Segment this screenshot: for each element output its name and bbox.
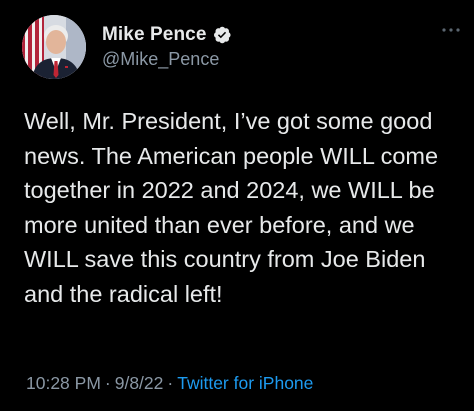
verified-badge-icon	[213, 26, 231, 44]
meta-separator: ·	[167, 373, 174, 393]
avatar[interactable]	[22, 15, 86, 79]
avatar-image	[22, 15, 86, 79]
author-handle[interactable]: @Mike_Pence	[102, 49, 232, 70]
name-row: Mike Pence	[102, 23, 232, 47]
author-identity: Mike Pence @Mike_Pence	[102, 23, 232, 70]
tweet-metadata: 10:28 PM · 9/8/22 · Twitter for iPhone	[26, 373, 313, 394]
tweet-date[interactable]: 9/8/22	[115, 373, 164, 393]
tweet-time[interactable]: 10:28 PM	[26, 373, 101, 393]
tweet-source-link[interactable]: Twitter for iPhone	[177, 373, 313, 393]
display-name[interactable]: Mike Pence	[102, 24, 207, 46]
tweet-header: Mike Pence @Mike_Pence	[22, 15, 462, 81]
more-options-icon[interactable]	[440, 25, 462, 35]
tweet-text: Well, Mr. President, I’ve got some good …	[24, 108, 439, 307]
meta-separator: ·	[104, 373, 111, 393]
tweet-card: Mike Pence @Mike_Pence Well, Mr. Preside…	[0, 0, 474, 411]
